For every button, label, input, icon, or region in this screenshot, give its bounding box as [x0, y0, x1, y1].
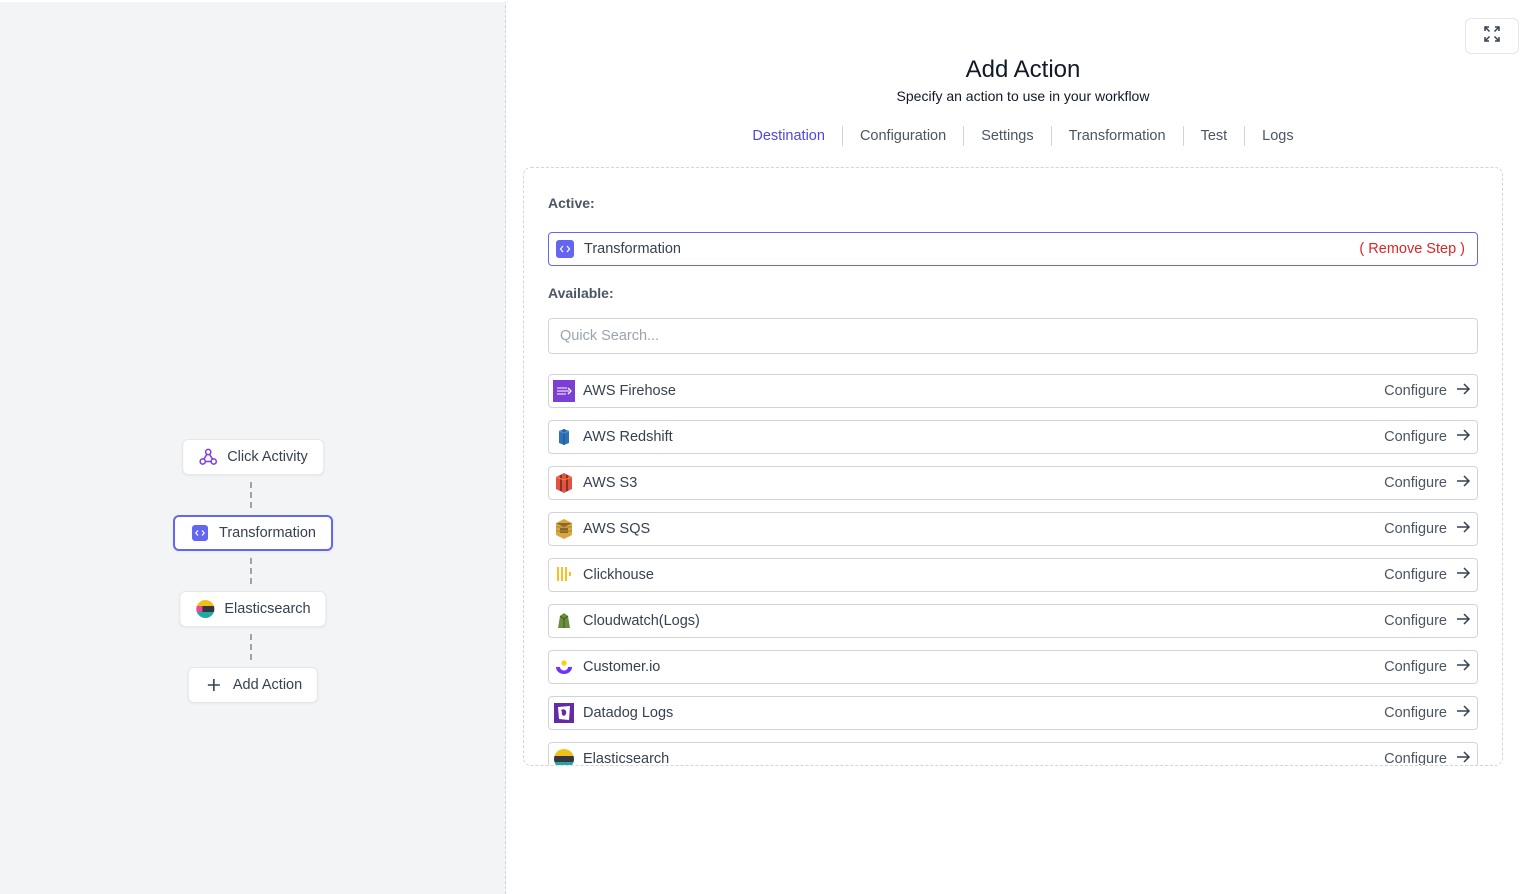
add-action-label: Add Action — [232, 677, 303, 693]
aws-s3-icon — [553, 472, 575, 494]
configure-link[interactable]: Configure — [1384, 473, 1471, 493]
configure-label: Configure — [1384, 751, 1447, 766]
arrow-right-icon — [1455, 565, 1471, 585]
configure-label: Configure — [1384, 521, 1447, 537]
aws-sqs-icon — [553, 518, 575, 540]
list-item-aws-sqs[interactable]: AWS SQS Configure — [548, 512, 1478, 546]
list-item-elasticsearch[interactable]: Elasticsearch Configure — [548, 742, 1478, 766]
configure-label: Configure — [1384, 659, 1447, 675]
configure-link[interactable]: Configure — [1384, 427, 1471, 447]
destination-name: AWS SQS — [583, 521, 651, 537]
arrow-right-icon — [1455, 473, 1471, 493]
active-section-label: Active: — [548, 195, 595, 211]
destination-name: Elasticsearch — [583, 751, 670, 766]
active-step-name: Transformation — [584, 241, 681, 257]
list-item-customerio[interactable]: Customer.io Configure — [548, 650, 1478, 684]
flow-connector — [250, 558, 252, 584]
destination-name: AWS S3 — [583, 475, 638, 491]
tab-settings[interactable]: Settings — [963, 126, 1050, 146]
code-icon — [556, 240, 574, 258]
plus-icon — [204, 675, 224, 695]
configure-label: Configure — [1384, 705, 1447, 721]
configure-label: Configure — [1384, 429, 1447, 445]
configure-link[interactable]: Configure — [1384, 565, 1471, 585]
arrow-right-icon — [1455, 427, 1471, 447]
list-item-aws-s3[interactable]: AWS S3 Configure — [548, 466, 1478, 500]
add-action-panel: Add Action Specify an action to use in y… — [507, 0, 1539, 894]
flow-node-transformation[interactable]: Transformation — [173, 515, 333, 551]
configure-link[interactable]: Configure — [1384, 519, 1471, 539]
add-action-button[interactable]: Add Action — [187, 667, 319, 703]
clickhouse-icon — [553, 564, 575, 586]
elasticsearch-icon — [195, 599, 215, 619]
arrow-right-icon — [1455, 611, 1471, 631]
expand-button[interactable] — [1465, 18, 1519, 54]
tab-test[interactable]: Test — [1182, 126, 1245, 146]
tab-transformation[interactable]: Transformation — [1050, 126, 1183, 146]
configure-link[interactable]: Configure — [1384, 749, 1471, 766]
active-step-row: Transformation ( Remove Step ) — [548, 232, 1478, 266]
configure-label: Configure — [1384, 613, 1447, 629]
destination-name: Customer.io — [583, 659, 661, 675]
tab-logs[interactable]: Logs — [1244, 126, 1310, 146]
available-section-label: Available: — [548, 285, 614, 301]
arrow-right-icon — [1455, 519, 1471, 539]
configure-link[interactable]: Configure — [1384, 381, 1471, 401]
workflow-canvas: Click Activity Transformation Elasticsea… — [0, 0, 506, 894]
arrow-right-icon — [1455, 749, 1471, 765]
page-title: Add Action — [965, 56, 1081, 83]
list-item-clickhouse[interactable]: Clickhouse Configure — [548, 558, 1478, 592]
arrow-right-icon — [1455, 703, 1471, 723]
flow-node-elasticsearch[interactable]: Elasticsearch — [179, 591, 327, 627]
configure-label: Configure — [1384, 383, 1447, 399]
destination-name: Datadog Logs — [583, 705, 674, 721]
configure-label: Configure — [1384, 475, 1447, 491]
list-item-datadog[interactable]: Datadog Logs Configure — [548, 696, 1478, 730]
expand-icon — [1483, 25, 1501, 48]
page-subtitle: Specify an action to use in your workflo… — [896, 88, 1150, 104]
list-item-aws-redshift[interactable]: AWS Redshift Configure — [548, 420, 1478, 454]
configure-link[interactable]: Configure — [1384, 703, 1471, 723]
flow-connector — [250, 482, 252, 508]
remove-step-button[interactable]: ( Remove Step ) — [1359, 241, 1465, 257]
quick-search-input[interactable] — [548, 318, 1478, 354]
destination-name: Clickhouse — [583, 567, 654, 583]
tab-configuration[interactable]: Configuration — [841, 126, 963, 146]
configure-link[interactable]: Configure — [1384, 657, 1471, 677]
destination-name: Cloudwatch(Logs) — [583, 613, 700, 629]
destination-name: AWS Redshift — [583, 429, 673, 445]
workflow-flow: Click Activity Transformation Elasticsea… — [0, 0, 506, 894]
list-item-aws-firehose[interactable]: AWS Firehose Configure — [548, 374, 1478, 408]
list-item-cloudwatch[interactable]: Cloudwatch(Logs) Configure — [548, 604, 1478, 638]
destination-list: AWS Firehose Configure AWS Redshift Conf… — [548, 374, 1478, 766]
webhook-icon — [198, 447, 218, 467]
configure-link[interactable]: Configure — [1384, 611, 1471, 631]
flow-node-label: Elasticsearch — [224, 601, 311, 617]
aws-redshift-icon — [553, 426, 575, 448]
flow-node-label: Click Activity — [227, 449, 308, 465]
arrow-right-icon — [1455, 657, 1471, 677]
cloudwatch-icon — [553, 610, 575, 632]
destination-name: AWS Firehose — [583, 383, 676, 399]
flow-node-click-activity[interactable]: Click Activity — [182, 439, 324, 475]
tab-destination[interactable]: Destination — [735, 126, 842, 146]
configure-label: Configure — [1384, 567, 1447, 583]
flow-node-label: Transformation — [219, 525, 316, 541]
destination-box: Active: Transformation ( Remove Step ) A… — [523, 167, 1503, 766]
flow-connector — [250, 634, 252, 660]
arrow-right-icon — [1455, 381, 1471, 401]
datadog-icon — [553, 702, 575, 724]
code-icon — [190, 523, 210, 543]
elasticsearch-icon — [553, 748, 575, 765]
tab-bar: Destination Configuration Settings Trans… — [507, 126, 1539, 146]
aws-firehose-icon — [553, 380, 575, 402]
customerio-icon — [553, 656, 575, 678]
